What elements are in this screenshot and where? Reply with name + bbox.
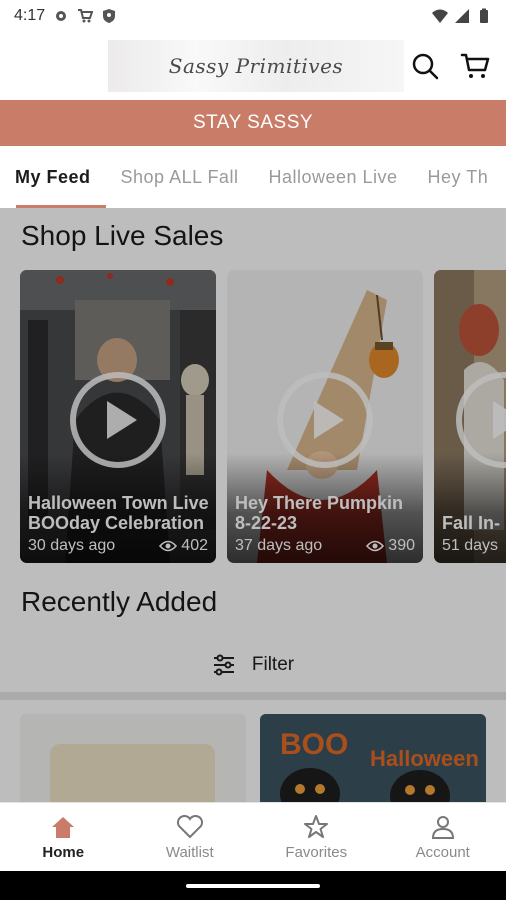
nav-home[interactable]: Home bbox=[0, 803, 127, 871]
heart-icon bbox=[176, 814, 204, 840]
card-meta: 51 days bbox=[442, 537, 506, 555]
svg-text:Halloween: Halloween bbox=[370, 746, 479, 771]
promo-banner[interactable]: STAY SASSY bbox=[0, 100, 506, 146]
card-title: Fall In- bbox=[442, 513, 500, 533]
wifi-icon bbox=[432, 9, 448, 23]
section-divider bbox=[0, 692, 506, 700]
eye-icon bbox=[366, 540, 385, 552]
star-icon bbox=[302, 814, 330, 840]
card-age: 37 days ago bbox=[235, 537, 323, 554]
status-bar: 4:17 bbox=[0, 0, 506, 32]
filter-icon bbox=[213, 654, 234, 676]
play-icon[interactable] bbox=[277, 372, 373, 468]
settings-icon bbox=[56, 11, 67, 21]
card-title: Halloween Town Live BOOday Celebration bbox=[28, 493, 209, 533]
account-icon bbox=[429, 814, 457, 840]
search-button[interactable] bbox=[409, 50, 441, 82]
tab-shop-all-fall[interactable]: Shop ALL Fall bbox=[106, 146, 254, 208]
signal-icon bbox=[455, 9, 469, 23]
product-card[interactable]: BOO Halloween bbox=[260, 714, 486, 802]
status-time: 4:17 bbox=[14, 7, 46, 24]
card-meta: 30 days ago 402 bbox=[28, 537, 208, 555]
app-header: Sassy Primitives bbox=[0, 32, 506, 100]
recently-added-title: Recently Added bbox=[21, 586, 218, 617]
filter-label: Filter bbox=[251, 654, 295, 675]
live-sale-card[interactable]: Hey There Pumpkin 8-22-23 37 days ago 39… bbox=[227, 270, 423, 563]
cart-icon bbox=[460, 53, 490, 78]
brand-logo[interactable]: Sassy Primitives bbox=[108, 40, 404, 92]
shield-icon bbox=[103, 9, 116, 23]
nav-favorites-label: Favorites bbox=[285, 843, 348, 861]
battery-icon bbox=[480, 8, 488, 23]
card-age: 30 days ago bbox=[28, 537, 116, 554]
nav-account[interactable]: Account bbox=[380, 803, 506, 871]
feed-content[interactable]: Shop Live Sales Halloween Town Live BOOd… bbox=[0, 208, 506, 802]
bottom-navigation: Home Waitlist Favorites Account bbox=[0, 802, 506, 871]
tab-halloween-live[interactable]: Halloween Live bbox=[253, 146, 412, 208]
category-tabs: My Feed Shop ALL Fall Halloween Live Hey… bbox=[0, 146, 506, 208]
live-sales-carousel[interactable]: Halloween Town Live BOOday Celebration 3… bbox=[20, 270, 506, 563]
card-views: 402 bbox=[159, 537, 208, 555]
live-sale-card[interactable]: Halloween Town Live BOOday Celebration 3… bbox=[20, 270, 216, 563]
live-sales-title: Shop Live Sales bbox=[21, 220, 224, 251]
nav-waitlist-label: Waitlist bbox=[165, 843, 214, 861]
home-icon bbox=[49, 814, 77, 840]
card-age: 51 days bbox=[442, 537, 499, 554]
tab-my-feed[interactable]: My Feed bbox=[0, 146, 106, 208]
view-count: 402 bbox=[181, 537, 208, 554]
view-count: 390 bbox=[388, 537, 415, 554]
card-meta: 37 days ago 390 bbox=[235, 537, 415, 555]
cart-icon bbox=[78, 9, 94, 23]
filter-button[interactable]: Filter bbox=[0, 640, 506, 690]
nav-waitlist[interactable]: Waitlist bbox=[127, 803, 254, 871]
tab-hey-there[interactable]: Hey Th bbox=[413, 146, 504, 208]
nav-home-label: Home bbox=[42, 843, 85, 861]
eye-icon bbox=[159, 540, 178, 552]
nav-favorites[interactable]: Favorites bbox=[253, 803, 380, 871]
gesture-handle[interactable] bbox=[186, 884, 320, 888]
card-views: 390 bbox=[366, 537, 415, 555]
search-icon bbox=[412, 53, 439, 80]
product-image bbox=[20, 714, 246, 802]
cart-button[interactable] bbox=[459, 50, 491, 82]
card-title: Hey There Pumpkin 8-22-23 bbox=[235, 493, 404, 533]
nav-account-label: Account bbox=[415, 843, 470, 861]
live-sale-card[interactable]: Fall In- 51 days bbox=[434, 270, 506, 563]
play-icon[interactable] bbox=[70, 372, 166, 468]
product-card[interactable] bbox=[20, 714, 246, 802]
product-image: BOO Halloween bbox=[260, 714, 486, 802]
svg-text:BOO: BOO bbox=[280, 728, 348, 761]
